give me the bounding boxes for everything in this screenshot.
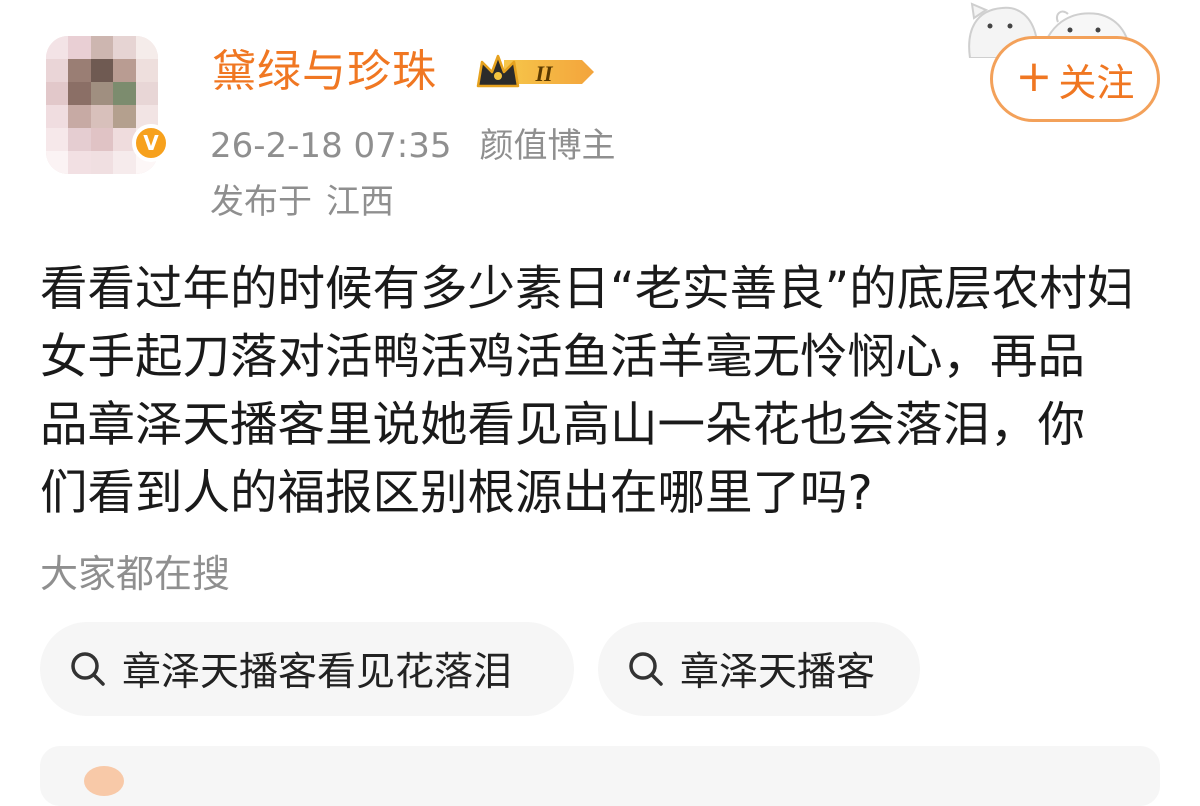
author-avatar-container[interactable]: V bbox=[40, 30, 170, 180]
crown-vip-badge-icon[interactable]: II bbox=[474, 50, 598, 94]
chip-label: 章泽天播客 bbox=[680, 650, 876, 695]
vip-level: II bbox=[534, 61, 554, 86]
location-name: 江西 bbox=[326, 182, 394, 222]
post-line: 品章泽天播客里说她看见高山一朵花也会落泪，你 bbox=[40, 398, 1085, 453]
trending-search-chip[interactable]: 章泽天播客看见花落泪 bbox=[40, 622, 574, 716]
post-timestamp: 26-2-18 07:35 bbox=[210, 126, 452, 166]
plus-icon: + bbox=[1015, 51, 1053, 102]
post-meta: 26-2-18 07:35 颜值博主 bbox=[210, 124, 616, 168]
verified-v-icon: V bbox=[132, 124, 170, 162]
location-prefix: 发布于 bbox=[210, 182, 312, 222]
author-name[interactable]: 黛绿与珍珠 bbox=[212, 44, 437, 100]
follow-button[interactable]: + 关注 bbox=[990, 36, 1160, 122]
post-line: 们看到人的福报区别根源出在哪里了吗? bbox=[40, 466, 873, 521]
search-icon bbox=[629, 652, 663, 686]
post-body: 看看过年的时候有多少素日“老实善良”的底层农村妇 女手起刀落对活鸭活鸡活鱼活羊毫… bbox=[40, 256, 1172, 528]
author-tag: 颜值博主 bbox=[479, 126, 616, 166]
chip-label: 章泽天播客看见花落泪 bbox=[122, 650, 513, 695]
follow-label: 关注 bbox=[1058, 60, 1135, 105]
card-avatar-icon bbox=[84, 766, 124, 796]
search-icon bbox=[71, 652, 105, 686]
post-line: 女手起刀落对活鸭活鸡活鱼活羊毫无怜悯心，再品 bbox=[40, 330, 1085, 385]
post-location: 发布于 江西 bbox=[210, 180, 394, 224]
trending-search-chip[interactable]: 章泽天播客 bbox=[598, 622, 920, 716]
trending-search-title: 大家都在搜 bbox=[40, 552, 231, 596]
next-card[interactable] bbox=[40, 746, 1160, 806]
post-line: 看看过年的时候有多少素日“老实善良”的底层农村妇 bbox=[40, 262, 1135, 317]
